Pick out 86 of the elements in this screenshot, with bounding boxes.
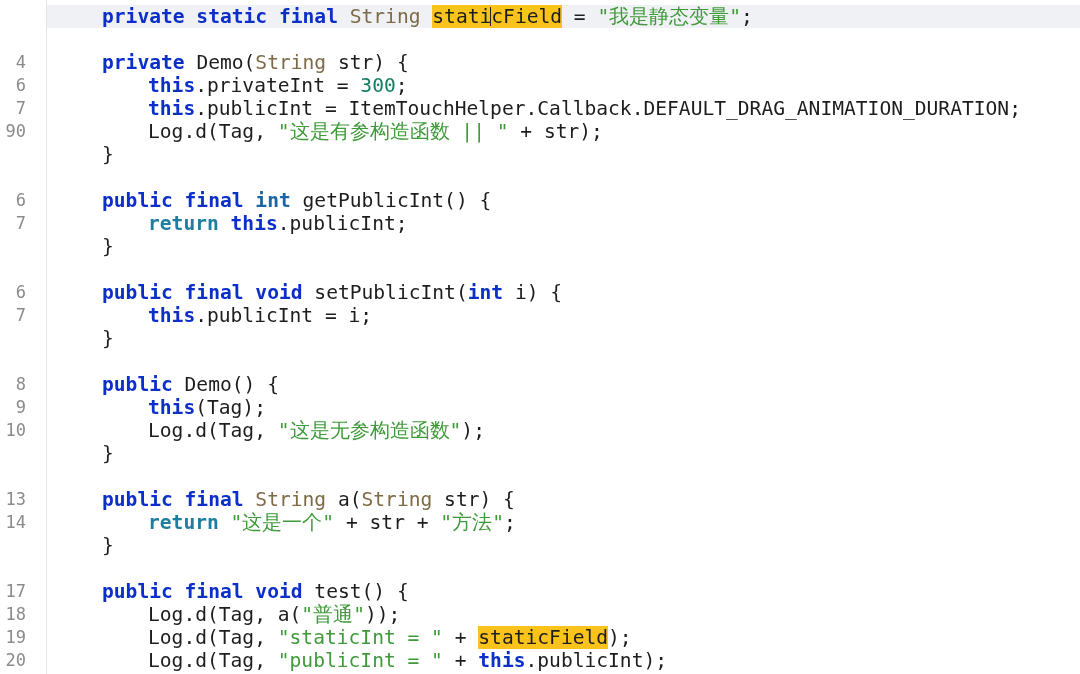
code-text: .publicInt = ItemTouchHelper.Callback.DEFAULT_DRAG_ANIMATION_DURATION; bbox=[195, 97, 1021, 120]
line-number: 6 bbox=[14, 74, 26, 97]
line-number: 20 bbox=[4, 649, 26, 672]
code-type: String bbox=[255, 488, 328, 511]
line-number: 13 bbox=[4, 488, 26, 511]
code-keyword: this bbox=[148, 97, 196, 120]
code-string: "这是有参构造函数 || " bbox=[277, 120, 509, 143]
search-match: stati bbox=[432, 5, 492, 28]
line-number: 18 bbox=[4, 603, 26, 626]
line-number: 10 bbox=[4, 419, 26, 442]
code-text: (Tag); bbox=[195, 396, 266, 419]
code-keyword: public final void bbox=[102, 580, 304, 603]
code-keyword: int bbox=[255, 189, 291, 212]
code-text: Demo() { bbox=[184, 373, 279, 396]
code-text: = bbox=[572, 5, 587, 28]
code-keyword: this bbox=[148, 304, 196, 327]
line-number: 14 bbox=[4, 511, 26, 534]
line-number: 90 bbox=[4, 120, 26, 143]
code-string: "我是静态变量" bbox=[597, 5, 742, 28]
code-keyword: private static final bbox=[102, 5, 339, 28]
code-text: } bbox=[102, 442, 114, 465]
line-number: 6 bbox=[14, 281, 26, 304]
code-text: } bbox=[102, 327, 114, 350]
code-keyword: int bbox=[467, 281, 504, 304]
line-number: 6 bbox=[14, 189, 26, 212]
code-keyword: public bbox=[102, 373, 174, 396]
code-keyword: public final void bbox=[102, 281, 304, 304]
code-keyword: this bbox=[148, 396, 196, 419]
line-number: 19 bbox=[4, 626, 26, 649]
code-string: "方法" bbox=[440, 511, 504, 534]
code-keyword: return bbox=[148, 212, 220, 235]
code-text: ); bbox=[461, 419, 485, 442]
search-match: staticField bbox=[478, 626, 609, 649]
code-text: + bbox=[453, 626, 468, 649]
code-text: setPublicInt( bbox=[314, 281, 468, 304]
code-text: .publicInt); bbox=[525, 649, 668, 672]
code-keyword: this bbox=[230, 212, 278, 235]
search-match: cField bbox=[491, 5, 563, 28]
line-number: 9 bbox=[14, 396, 26, 419]
code-text: ; bbox=[395, 74, 408, 97]
code-text: Log.d(Tag, bbox=[148, 419, 267, 442]
code-keyword: public final bbox=[102, 488, 245, 511]
code-keyword: this bbox=[148, 74, 196, 97]
code-string: "publicInt = " bbox=[277, 649, 443, 672]
code-text: ); bbox=[608, 626, 632, 649]
code-string: "这是无参构造函数" bbox=[277, 419, 462, 442]
code-text: } bbox=[102, 235, 114, 258]
line-number: 7 bbox=[14, 97, 26, 120]
code-text: Log.d(Tag, bbox=[148, 649, 267, 672]
code-text: a( bbox=[337, 488, 362, 511]
code-keyword: private bbox=[102, 51, 186, 74]
code-text: ; bbox=[741, 5, 753, 28]
code-text: i) { bbox=[513, 281, 563, 304]
code-text: + bbox=[453, 649, 468, 672]
code-text: )); bbox=[364, 603, 401, 626]
code-text: test() { bbox=[314, 580, 409, 603]
code-text: .publicInt = i; bbox=[195, 304, 373, 327]
line-number: 4 bbox=[14, 51, 26, 74]
line-number: 7 bbox=[14, 304, 26, 327]
code-type: String bbox=[255, 51, 327, 74]
code-text: str) { bbox=[336, 51, 409, 74]
code-keyword: this bbox=[478, 649, 526, 672]
code-keyword: public final bbox=[102, 189, 245, 212]
code-type: String bbox=[349, 5, 422, 28]
code-text: } bbox=[102, 143, 114, 166]
code-text: Log.d(Tag, bbox=[148, 120, 267, 143]
code-text: str) { bbox=[443, 488, 515, 511]
code-text: Log.d(Tag, a( bbox=[148, 603, 302, 626]
code-text: Demo( bbox=[196, 51, 256, 74]
line-number: 7 bbox=[14, 212, 26, 235]
code-text: ; bbox=[503, 511, 516, 534]
code-keyword: return bbox=[148, 511, 220, 534]
line-number: 8 bbox=[14, 373, 26, 396]
code-string: "staticInt = " bbox=[277, 626, 443, 649]
code-text: getPublicInt() { bbox=[301, 189, 492, 212]
code-text: Log.d(Tag, bbox=[148, 626, 267, 649]
code-type: String bbox=[361, 488, 433, 511]
code-text: + str + bbox=[344, 511, 430, 534]
code-string: "普通" bbox=[301, 603, 365, 626]
code-text: + str); bbox=[519, 120, 603, 143]
code-string: "这是一个" bbox=[230, 511, 335, 534]
code-text: } bbox=[102, 534, 114, 557]
code-text: .publicInt; bbox=[277, 212, 408, 235]
code-text: .privateInt = bbox=[195, 74, 350, 97]
line-number: 17 bbox=[4, 580, 26, 603]
code-number: 300 bbox=[360, 74, 396, 97]
